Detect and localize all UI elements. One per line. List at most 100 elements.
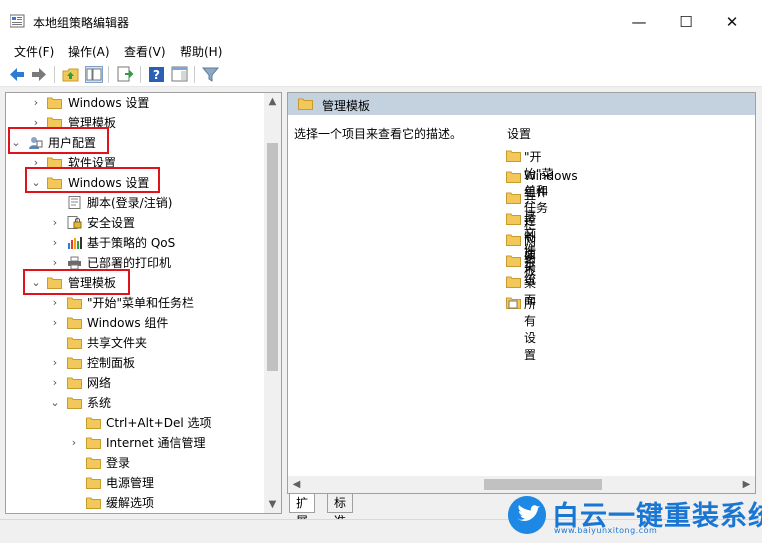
scroll-right-icon[interactable]: ▶	[738, 476, 755, 493]
menu-view[interactable]: 查看(V)	[124, 43, 166, 60]
toolbar-separator	[140, 66, 141, 83]
menu-action[interactable]: 操作(A)	[68, 43, 110, 60]
tree-item-label: 网络	[87, 376, 112, 390]
tree-item-label: "开始"菜单和任务栏	[87, 296, 195, 310]
minimize-button[interactable]: —	[619, 8, 659, 36]
folder-icon	[298, 98, 313, 110]
menu-bar: 文件(F) 操作(A) 查看(V) 帮助(H)	[0, 40, 762, 62]
folder-icon	[67, 377, 82, 389]
folder-icon	[47, 97, 62, 109]
close-button[interactable]: ✕	[712, 8, 752, 36]
folder-icon	[506, 234, 521, 246]
menu-file[interactable]: 文件(F)	[14, 43, 54, 60]
tree-item-internet-comm[interactable]: › Internet 通信管理	[6, 433, 265, 453]
toolbar: ?	[0, 62, 762, 87]
filter-icon[interactable]	[202, 66, 220, 83]
tree-item-label: 缓解选项	[106, 496, 155, 510]
chevron-down-icon[interactable]: ⌄	[49, 393, 61, 413]
tree-item-label: 安全设置	[87, 216, 136, 230]
tree-item-label: Windows 设置	[68, 96, 150, 110]
tree-item-power-management[interactable]: 电源管理	[6, 473, 265, 493]
scroll-thumb[interactable]	[484, 479, 602, 490]
tree-item-windows-components[interactable]: › Windows 组件	[6, 313, 265, 333]
tree-item-logon[interactable]: 登录	[6, 453, 265, 473]
tree-item-system[interactable]: ⌄ 系统	[6, 393, 265, 413]
tab-standard[interactable]: 标准	[327, 494, 354, 528]
folder-icon	[67, 297, 82, 309]
tree-item-start-menu[interactable]: › "开始"菜单和任务栏	[6, 293, 265, 313]
chevron-right-icon[interactable]: ›	[49, 373, 61, 393]
folder-icon	[506, 255, 521, 267]
toolbar-separator	[194, 66, 195, 83]
tree-item-shared-folders[interactable]: 共享文件夹	[6, 333, 265, 353]
watermark: 白云一键重装系统 www.baiyunxitong.com	[508, 492, 762, 542]
security-icon	[67, 216, 82, 229]
tree-item-label: 控制面板	[87, 356, 136, 370]
scroll-left-icon[interactable]: ◀	[288, 476, 305, 493]
client-area: › Windows 设置 › 管理模板 ⌄ 用户配置 › 软件设置 ⌄ Wind…	[0, 87, 762, 528]
details-horizontal-scrollbar[interactable]: ◀ ▶	[288, 476, 755, 493]
folder-icon	[86, 477, 101, 489]
tree-item-mitigation-options[interactable]: 缓解选项	[6, 493, 265, 513]
folder-icon	[86, 457, 101, 469]
folder-icon	[506, 171, 521, 183]
svg-text:?: ?	[153, 68, 160, 82]
menu-help[interactable]: 帮助(H)	[180, 43, 222, 60]
tree-item-ctrl-alt-del[interactable]: Ctrl+Alt+Del 选项	[6, 413, 265, 433]
folder-icon	[86, 437, 101, 449]
maximize-button[interactable]: ☐	[666, 8, 706, 36]
show-hide-tree-icon[interactable]	[85, 66, 103, 83]
action-pane-icon[interactable]	[171, 66, 189, 83]
scroll-up-icon[interactable]: ▲	[264, 93, 281, 110]
tree-item-label: 电源管理	[106, 476, 155, 490]
highlight-windows-settings	[25, 167, 160, 193]
tree-item-scripts[interactable]: 脚本(登录/注销)	[6, 193, 265, 213]
details-header-label: 管理模板	[322, 99, 371, 113]
forward-icon[interactable]	[30, 66, 48, 83]
chevron-right-icon[interactable]: ›	[68, 433, 80, 453]
chevron-right-icon[interactable]: ›	[49, 233, 61, 253]
folder-icon	[506, 213, 521, 225]
tree-pane: › Windows 设置 › 管理模板 ⌄ 用户配置 › 软件设置 ⌄ Wind…	[5, 92, 282, 514]
chevron-right-icon[interactable]: ›	[30, 93, 42, 113]
chevron-right-icon[interactable]: ›	[49, 353, 61, 373]
help-icon[interactable]: ?	[148, 66, 166, 83]
tree-item-policy-qos[interactable]: › 基于策略的 QoS	[6, 233, 265, 253]
tree-item-control-panel[interactable]: › 控制面板	[6, 353, 265, 373]
toolbar-separator	[54, 66, 55, 83]
tree-item-label: Ctrl+Alt+Del 选项	[106, 416, 212, 430]
tree-item-label: 登录	[106, 456, 131, 470]
chevron-right-icon[interactable]: ›	[49, 313, 61, 333]
printer-icon	[68, 256, 81, 269]
export-list-icon[interactable]	[116, 66, 134, 83]
tree-item-label: 系统	[87, 396, 112, 410]
details-header: 管理模板	[288, 93, 755, 115]
title-bar: 本地组策略编辑器 — ☐ ✕	[0, 0, 762, 40]
folder-icon	[86, 417, 101, 429]
tab-extended[interactable]: 扩展	[289, 494, 316, 528]
chevron-right-icon[interactable]: ›	[49, 213, 61, 233]
scroll-down-icon[interactable]: ▼	[264, 496, 281, 513]
list-item-label: 所有设置	[524, 297, 537, 362]
window-title: 本地组策略编辑器	[33, 16, 130, 30]
tree-item-label: 共享文件夹	[87, 336, 148, 350]
highlight-user-config	[8, 127, 109, 154]
app-icon	[10, 14, 25, 28]
back-icon[interactable]	[8, 66, 26, 83]
scroll-thumb[interactable]	[267, 143, 278, 371]
up-folder-icon[interactable]	[62, 66, 80, 83]
tree-item-windows-settings-computer[interactable]: › Windows 设置	[6, 93, 265, 113]
bird-logo-icon	[508, 496, 546, 534]
chevron-right-icon[interactable]: ›	[49, 293, 61, 313]
details-pane: 管理模板 选择一个项目来查看它的描述。 设置 "开始"菜单和任务栏 Window…	[287, 92, 756, 494]
folder-icon	[67, 397, 82, 409]
settings-column-header[interactable]: 设置	[507, 125, 531, 142]
watermark-url: www.baiyunxitong.com	[554, 526, 658, 535]
folder-icon	[506, 276, 521, 288]
tree-item-security-settings[interactable]: › 安全设置	[6, 213, 265, 233]
tree-vertical-scrollbar[interactable]: ▲ ▼	[264, 93, 281, 513]
folder-icon	[506, 192, 521, 204]
tree-item-network[interactable]: › 网络	[6, 373, 265, 393]
tree-item-label: Windows 组件	[87, 316, 169, 330]
folder-icon	[67, 317, 82, 329]
